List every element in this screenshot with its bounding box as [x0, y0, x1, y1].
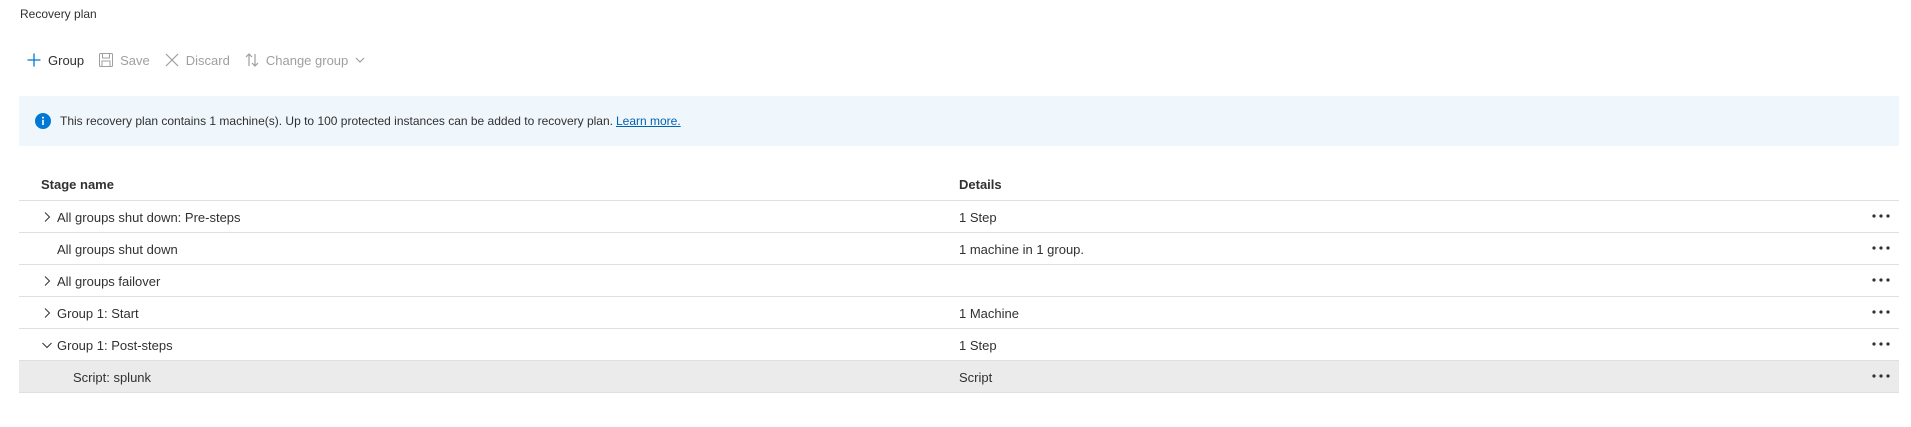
info-icon: [35, 113, 51, 129]
change-group-label: Change group: [265, 52, 349, 68]
table-row[interactable]: All groups shut down: Pre-steps 1 Step: [19, 201, 1899, 233]
more-options-button[interactable]: [1869, 303, 1893, 321]
info-banner: This recovery plan contains 1 machine(s)…: [19, 96, 1899, 146]
table-row[interactable]: Group 1: Start 1 Machine: [19, 297, 1899, 329]
chevron-right-icon: [44, 308, 51, 318]
ellipsis-icon: [1872, 246, 1890, 250]
column-header-details[interactable]: Details: [959, 177, 1002, 192]
toolbar: Group Save Discard Change group: [20, 46, 373, 74]
more-options-button[interactable]: [1869, 271, 1893, 289]
plus-icon: [27, 53, 41, 67]
row-expand-toggle[interactable]: [39, 273, 55, 289]
more-options-button[interactable]: [1869, 367, 1893, 385]
row-details: 1 machine in 1 group.: [959, 242, 1085, 257]
row-expand-toggle[interactable]: [39, 305, 55, 321]
more-options-button[interactable]: [1869, 239, 1893, 257]
row-collapse-toggle[interactable]: [39, 337, 55, 353]
chevron-right-icon: [44, 276, 51, 286]
chevron-right-icon: [44, 212, 51, 222]
table-row-selected[interactable]: Script: splunk Script: [19, 361, 1899, 393]
close-icon: [165, 53, 179, 67]
learn-more-link[interactable]: Learn more.: [616, 114, 681, 128]
discard-button[interactable]: Discard: [157, 46, 237, 74]
row-expand-toggle[interactable]: [39, 209, 55, 225]
row-stage-name: Script: splunk: [73, 370, 152, 385]
change-group-button[interactable]: Change group: [237, 46, 373, 74]
add-group-label: Group: [48, 52, 85, 68]
table-row[interactable]: All groups shut down 1 machine in 1 grou…: [19, 233, 1899, 265]
row-stage-name: Group 1: Post-steps: [57, 338, 173, 353]
row-details: Script: [959, 370, 993, 385]
table-row[interactable]: All groups failover: [19, 265, 1899, 297]
discard-label: Discard: [185, 52, 230, 68]
chevron-down-icon: [355, 57, 365, 63]
row-details: 1 Machine: [959, 306, 1019, 321]
ellipsis-icon: [1872, 342, 1890, 346]
ellipsis-icon: [1872, 310, 1890, 314]
row-stage-name: Group 1: Start: [57, 306, 139, 321]
row-details: 1 Step: [959, 210, 997, 225]
more-options-button[interactable]: [1869, 207, 1893, 225]
table-row[interactable]: Group 1: Post-steps 1 Step: [19, 329, 1899, 361]
row-stage-name: All groups shut down: [57, 242, 178, 257]
column-header-stage-name[interactable]: Stage name: [41, 177, 114, 192]
ellipsis-icon: [1872, 374, 1890, 378]
save-icon: [99, 53, 114, 67]
ellipsis-icon: [1872, 278, 1890, 282]
save-button[interactable]: Save: [91, 46, 157, 74]
ellipsis-icon: [1872, 214, 1890, 218]
recovery-plan-page: Recovery plan Group Save Discard Change …: [0, 0, 1911, 427]
recovery-plan-table: Stage name Details All groups shut down:…: [19, 168, 1899, 393]
table-header: Stage name Details: [19, 168, 1899, 201]
more-options-button[interactable]: [1869, 335, 1893, 353]
chevron-down-icon: [42, 342, 52, 349]
add-group-button[interactable]: Group: [20, 46, 91, 74]
page-title: Recovery plan: [20, 7, 97, 21]
row-stage-name: All groups shut down: Pre-steps: [57, 210, 241, 225]
row-details: 1 Step: [959, 338, 997, 353]
banner-text: This recovery plan contains 1 machine(s)…: [60, 114, 613, 128]
row-stage-name: All groups failover: [57, 274, 161, 289]
save-label: Save: [120, 52, 150, 68]
sort-arrows-icon: [245, 53, 259, 67]
